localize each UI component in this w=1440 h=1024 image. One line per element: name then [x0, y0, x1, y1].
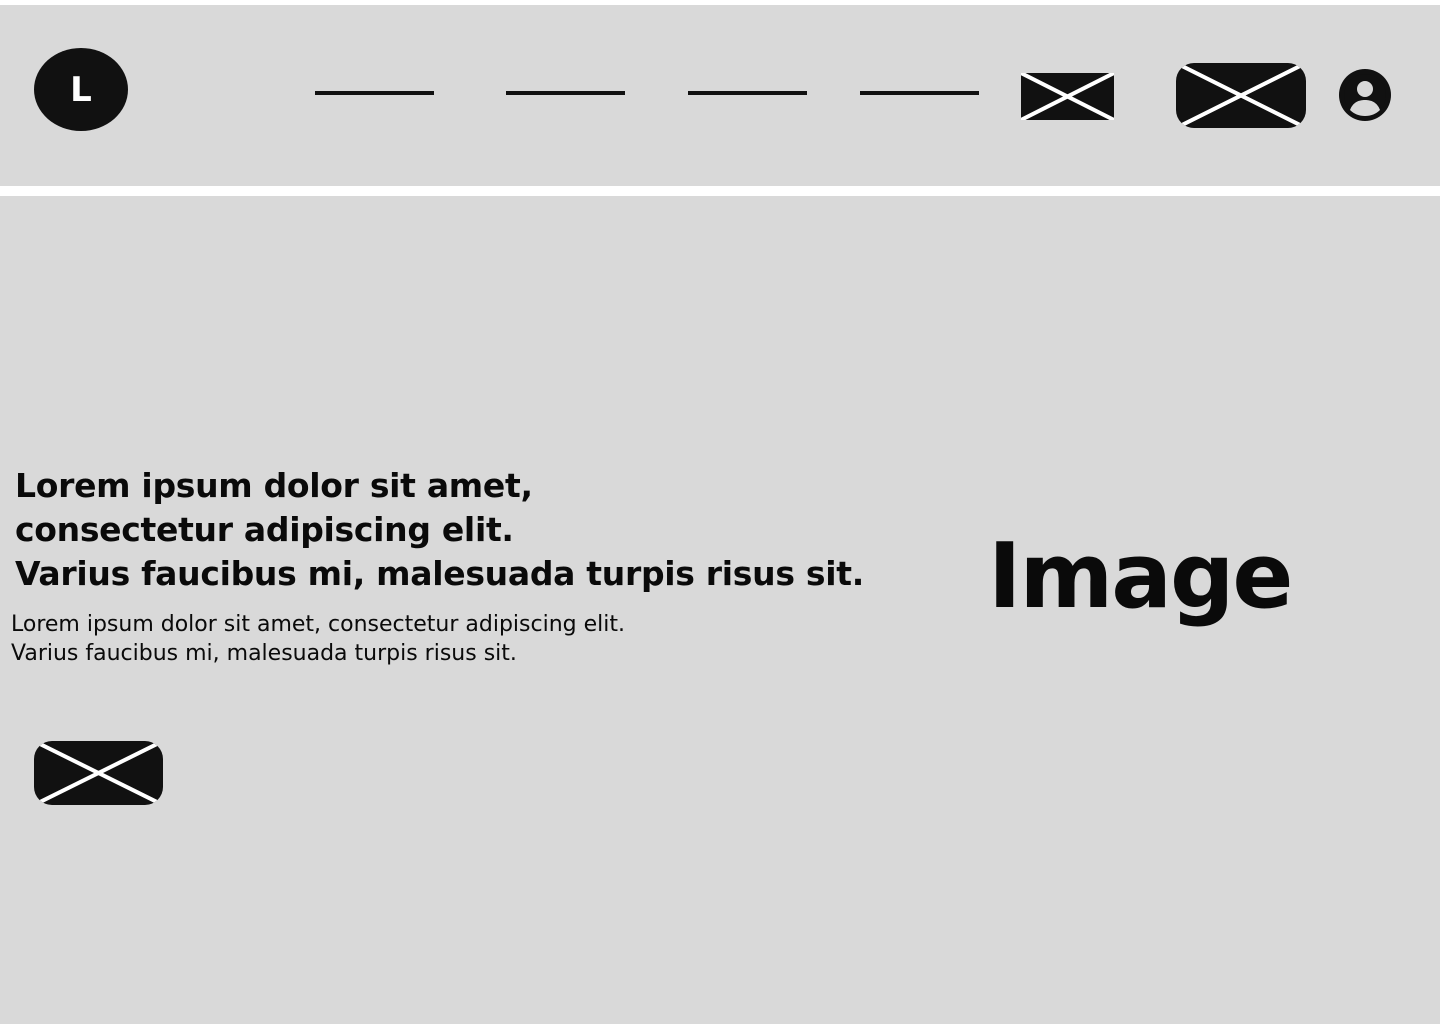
hero-section: Lorem ipsum dolor sit amet, consectetur …: [0, 196, 1440, 1024]
hero-headline-line: consectetur adipiscing elit.: [15, 510, 514, 549]
hero-subtext-line: Lorem ipsum dolor sit amet, consectetur …: [11, 612, 625, 637]
hero-headline-line: Varius faucibus mi, malesuada turpis ris…: [15, 554, 864, 593]
header-button[interactable]: [1176, 63, 1306, 128]
cta-button[interactable]: [34, 741, 163, 805]
logo[interactable]: L: [34, 48, 128, 131]
hero-headline: Lorem ipsum dolor sit amet, consectetur …: [15, 464, 915, 596]
button-placeholder-icon: [1176, 63, 1306, 128]
page: L Lorem ipsum dolor sit amet, consectetu…: [0, 0, 1440, 1024]
nav-item-3[interactable]: [688, 91, 807, 95]
hero-image-placeholder: Image: [988, 524, 1293, 629]
hero-headline-line: Lorem ipsum dolor sit amet,: [15, 466, 533, 505]
image-placeholder-icon[interactable]: [1021, 73, 1114, 120]
nav-item-4[interactable]: [860, 91, 979, 95]
user-account-icon[interactable]: [1339, 69, 1391, 121]
hero-subtext: Lorem ipsum dolor sit amet, consectetur …: [11, 610, 811, 668]
nav-item-1[interactable]: [315, 91, 434, 95]
hero-subtext-line: Varius faucibus mi, malesuada turpis ris…: [11, 641, 517, 666]
nav-item-2[interactable]: [506, 91, 625, 95]
header: L: [0, 5, 1440, 186]
button-placeholder-icon: [34, 741, 163, 805]
